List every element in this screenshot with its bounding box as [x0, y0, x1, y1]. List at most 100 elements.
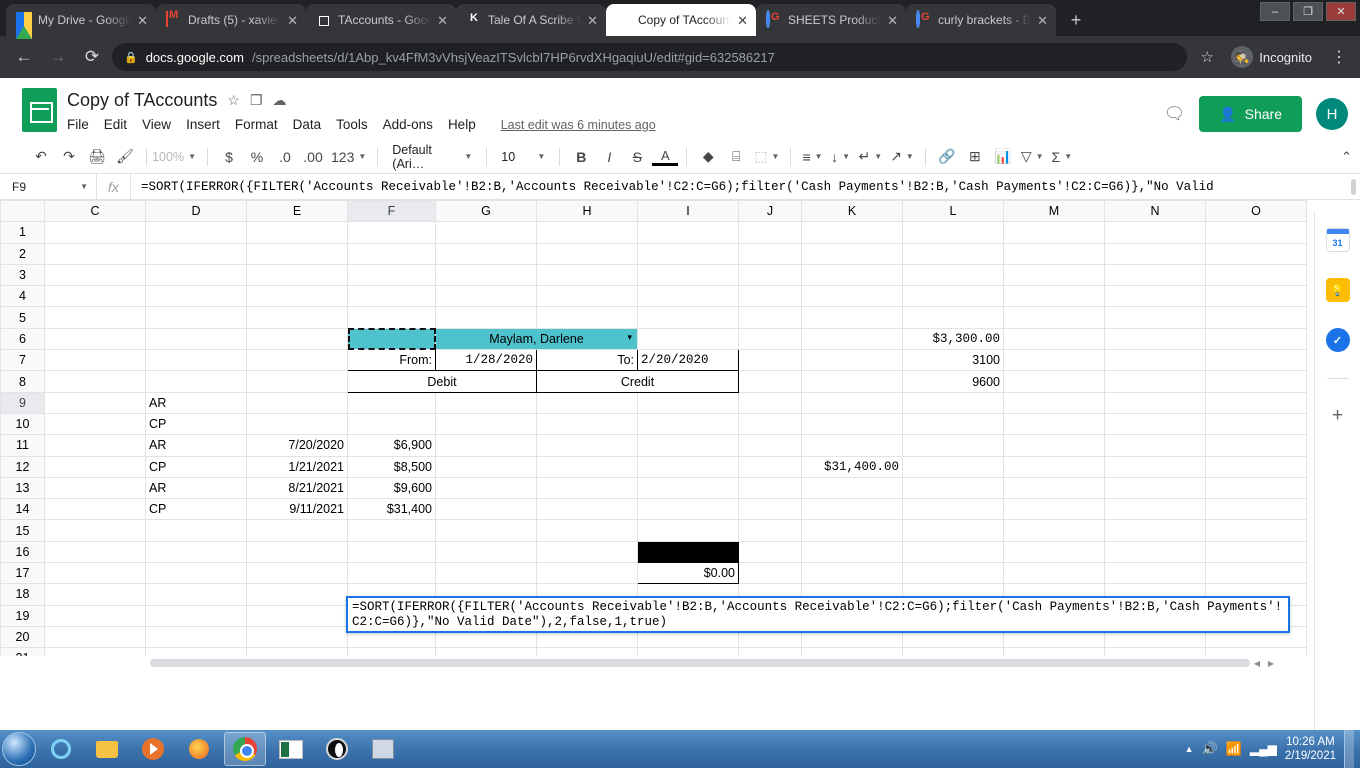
cell-i15[interactable]	[637, 519, 739, 542]
cell-j15[interactable]	[738, 519, 802, 542]
cell-g12[interactable]	[435, 455, 537, 478]
cell-e10[interactable]	[246, 412, 348, 436]
cell-e15[interactable]	[246, 519, 348, 542]
close-icon[interactable]: ✕	[137, 14, 148, 27]
cell-e13-date[interactable]: 8/21/2021	[246, 476, 348, 500]
add-addon-icon[interactable]: +	[1332, 405, 1343, 427]
column-header-e[interactable]: E	[246, 200, 348, 223]
maximize-button[interactable]: ❐	[1293, 2, 1323, 21]
cell-f6-selected-source[interactable]	[347, 327, 436, 351]
column-header-f[interactable]: F	[347, 200, 436, 223]
column-header-l[interactable]: L	[902, 200, 1004, 223]
cell-k15[interactable]	[801, 519, 903, 542]
cell-o4[interactable]	[1205, 285, 1307, 308]
cell-d14-type[interactable]: CP	[145, 498, 247, 521]
vertical-align-icon[interactable]: ↓ ▼	[828, 144, 854, 170]
cell-i17-total-value[interactable]: $0.00	[637, 562, 739, 585]
star-icon[interactable]: ☆	[227, 92, 240, 109]
cell-d13-type[interactable]: AR	[145, 476, 247, 500]
cell-f10[interactable]	[347, 412, 436, 436]
show-desktop-button[interactable]	[1344, 730, 1354, 768]
row-header-15[interactable]: 15	[0, 519, 45, 542]
cell-g14[interactable]	[435, 498, 537, 521]
menu-insert[interactable]: Insert	[186, 117, 220, 132]
row-header-9[interactable]: 9	[0, 391, 45, 414]
avatar[interactable]: H	[1316, 98, 1348, 130]
cell-i3[interactable]	[637, 263, 739, 287]
cell-f12-amount[interactable]: $8,500	[347, 455, 436, 478]
functions-icon[interactable]: Σ ▼	[1049, 144, 1076, 170]
column-header-h[interactable]: H	[536, 200, 638, 223]
cell-k9[interactable]	[801, 391, 903, 414]
cell-c18[interactable]	[44, 583, 146, 606]
cell-l8[interactable]: 9600	[902, 370, 1004, 393]
cell-c13[interactable]	[44, 476, 146, 500]
row-header-13[interactable]: 13	[0, 476, 45, 500]
column-header-o[interactable]: O	[1205, 200, 1307, 223]
cell-o17[interactable]	[1205, 562, 1307, 585]
horizontal-scroll-thumb[interactable]	[150, 659, 1250, 667]
cell-g6-person-dropdown[interactable]: Maylam, Darlene ▾	[435, 327, 638, 351]
horizontal-scrollbar[interactable]: ◀ ▶	[0, 656, 1360, 670]
scroll-thumb[interactable]	[1350, 178, 1356, 195]
cell-c16[interactable]	[44, 540, 146, 564]
cell-i7-to-date[interactable]: 2/20/2020	[637, 349, 739, 372]
browser-tab-sheets-product-ex[interactable]: SHEETS Product Ex ✕	[756, 4, 906, 36]
font-size-selector[interactable]: 10 ▼	[495, 144, 551, 170]
cell-l14[interactable]	[902, 498, 1004, 521]
window-close-button[interactable]: ✕	[1326, 2, 1356, 21]
cell-m1[interactable]	[1003, 221, 1105, 244]
cell-l3[interactable]	[902, 263, 1004, 287]
row-header-5[interactable]: 5	[0, 306, 45, 329]
cell-f1[interactable]	[347, 221, 436, 244]
cell-k4[interactable]	[801, 285, 903, 308]
taskbar-window-icon[interactable]	[362, 732, 404, 766]
cell-o13[interactable]	[1205, 476, 1307, 500]
cell-l5[interactable]	[902, 306, 1004, 329]
percent-format-button[interactable]: %	[244, 144, 270, 170]
cell-e14-date[interactable]: 9/11/2021	[246, 498, 348, 521]
cell-k6[interactable]	[801, 327, 903, 351]
volume-icon[interactable]: 🔊	[1201, 741, 1217, 757]
cell-g7-from-date[interactable]: 1/28/2020	[435, 349, 537, 372]
taskbar-media-player-icon[interactable]	[132, 732, 174, 766]
close-icon[interactable]: ✕	[437, 14, 448, 27]
share-button[interactable]: 👤 Share	[1199, 96, 1302, 132]
cell-c1[interactable]	[44, 221, 146, 244]
cell-c9[interactable]	[44, 391, 146, 414]
cell-j17[interactable]	[738, 562, 802, 585]
cell-h3[interactable]	[536, 263, 638, 287]
text-wrap-icon[interactable]: ↵ ▼	[856, 144, 886, 170]
cell-e7[interactable]	[246, 349, 348, 372]
cell-h8-credit-header[interactable]: Credit	[536, 370, 739, 393]
move-to-folder-icon[interactable]: ❐	[250, 92, 263, 109]
menu-edit[interactable]: Edit	[104, 117, 127, 132]
print-icon[interactable]: 🖨	[84, 144, 110, 170]
cell-m11[interactable]	[1003, 434, 1105, 457]
cell-m7[interactable]	[1003, 349, 1105, 372]
cell-m16[interactable]	[1003, 540, 1105, 564]
cell-l15[interactable]	[902, 519, 1004, 542]
cell-e9[interactable]	[246, 391, 348, 414]
taskbar-clock[interactable]: 10:26 AM 2/19/2021	[1285, 735, 1336, 763]
cell-e19[interactable]	[246, 604, 348, 627]
cell-m2[interactable]	[1003, 242, 1105, 265]
taskbar-chrome-icon[interactable]	[224, 732, 266, 766]
cell-m12[interactable]	[1003, 455, 1105, 478]
cell-c19[interactable]	[44, 604, 146, 627]
scroll-right-icon[interactable]: ▶	[1264, 659, 1278, 668]
cell-j14[interactable]	[738, 498, 802, 521]
row-header-3[interactable]: 3	[0, 263, 45, 287]
cell-c14[interactable]	[44, 498, 146, 521]
taskbar-ie-icon[interactable]	[40, 732, 82, 766]
cell-j2[interactable]	[738, 242, 802, 265]
italic-button[interactable]: I	[596, 144, 622, 170]
cell-n14[interactable]	[1104, 498, 1206, 521]
formula-input[interactable]: =SORT(IFERROR({FILTER('Accounts Receivab…	[130, 174, 1346, 199]
cell-i5[interactable]	[637, 306, 739, 329]
cell-f16[interactable]	[347, 540, 436, 564]
cell-h16[interactable]	[536, 540, 638, 564]
cell-f13-amount[interactable]: $9,600	[347, 476, 436, 500]
cell-m14[interactable]	[1003, 498, 1105, 521]
cell-n5[interactable]	[1104, 306, 1206, 329]
